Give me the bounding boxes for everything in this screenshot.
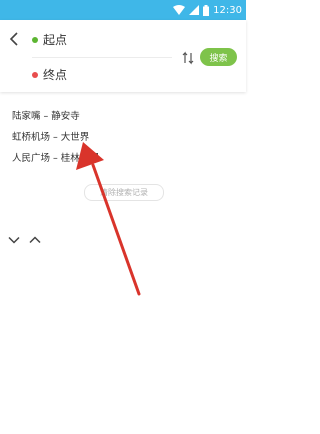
swap-icon[interactable] xyxy=(182,51,194,65)
status-time: 12:30 xyxy=(213,4,242,16)
history-item[interactable]: 陆家嘴 – 静安寺 xyxy=(12,108,80,122)
start-dot-icon xyxy=(32,37,38,43)
end-point-field[interactable]: 终点 xyxy=(43,66,67,83)
clear-history-button[interactable]: 清除搜索记录 xyxy=(84,184,164,201)
battery-icon xyxy=(203,4,210,16)
start-point-field[interactable]: 起点 xyxy=(43,31,67,48)
route-search-panel: 起点 终点 搜索 xyxy=(0,20,246,92)
back-arrow-icon[interactable] xyxy=(8,30,22,48)
status-icons: 12:30 xyxy=(173,0,242,20)
status-bar: 12:30 xyxy=(0,0,246,20)
field-divider xyxy=(32,57,172,58)
history-item[interactable]: 虹桥机场 – 大世界 xyxy=(12,129,89,143)
chevron-up-icon[interactable] xyxy=(29,236,41,244)
history-item[interactable]: 人民广场 – 桂林公园 xyxy=(12,150,99,164)
search-button[interactable]: 搜索 xyxy=(200,48,237,66)
signal-icon xyxy=(189,5,200,15)
end-dot-icon xyxy=(32,72,38,78)
chevron-down-icon[interactable] xyxy=(8,236,20,244)
wifi-icon xyxy=(173,5,186,15)
